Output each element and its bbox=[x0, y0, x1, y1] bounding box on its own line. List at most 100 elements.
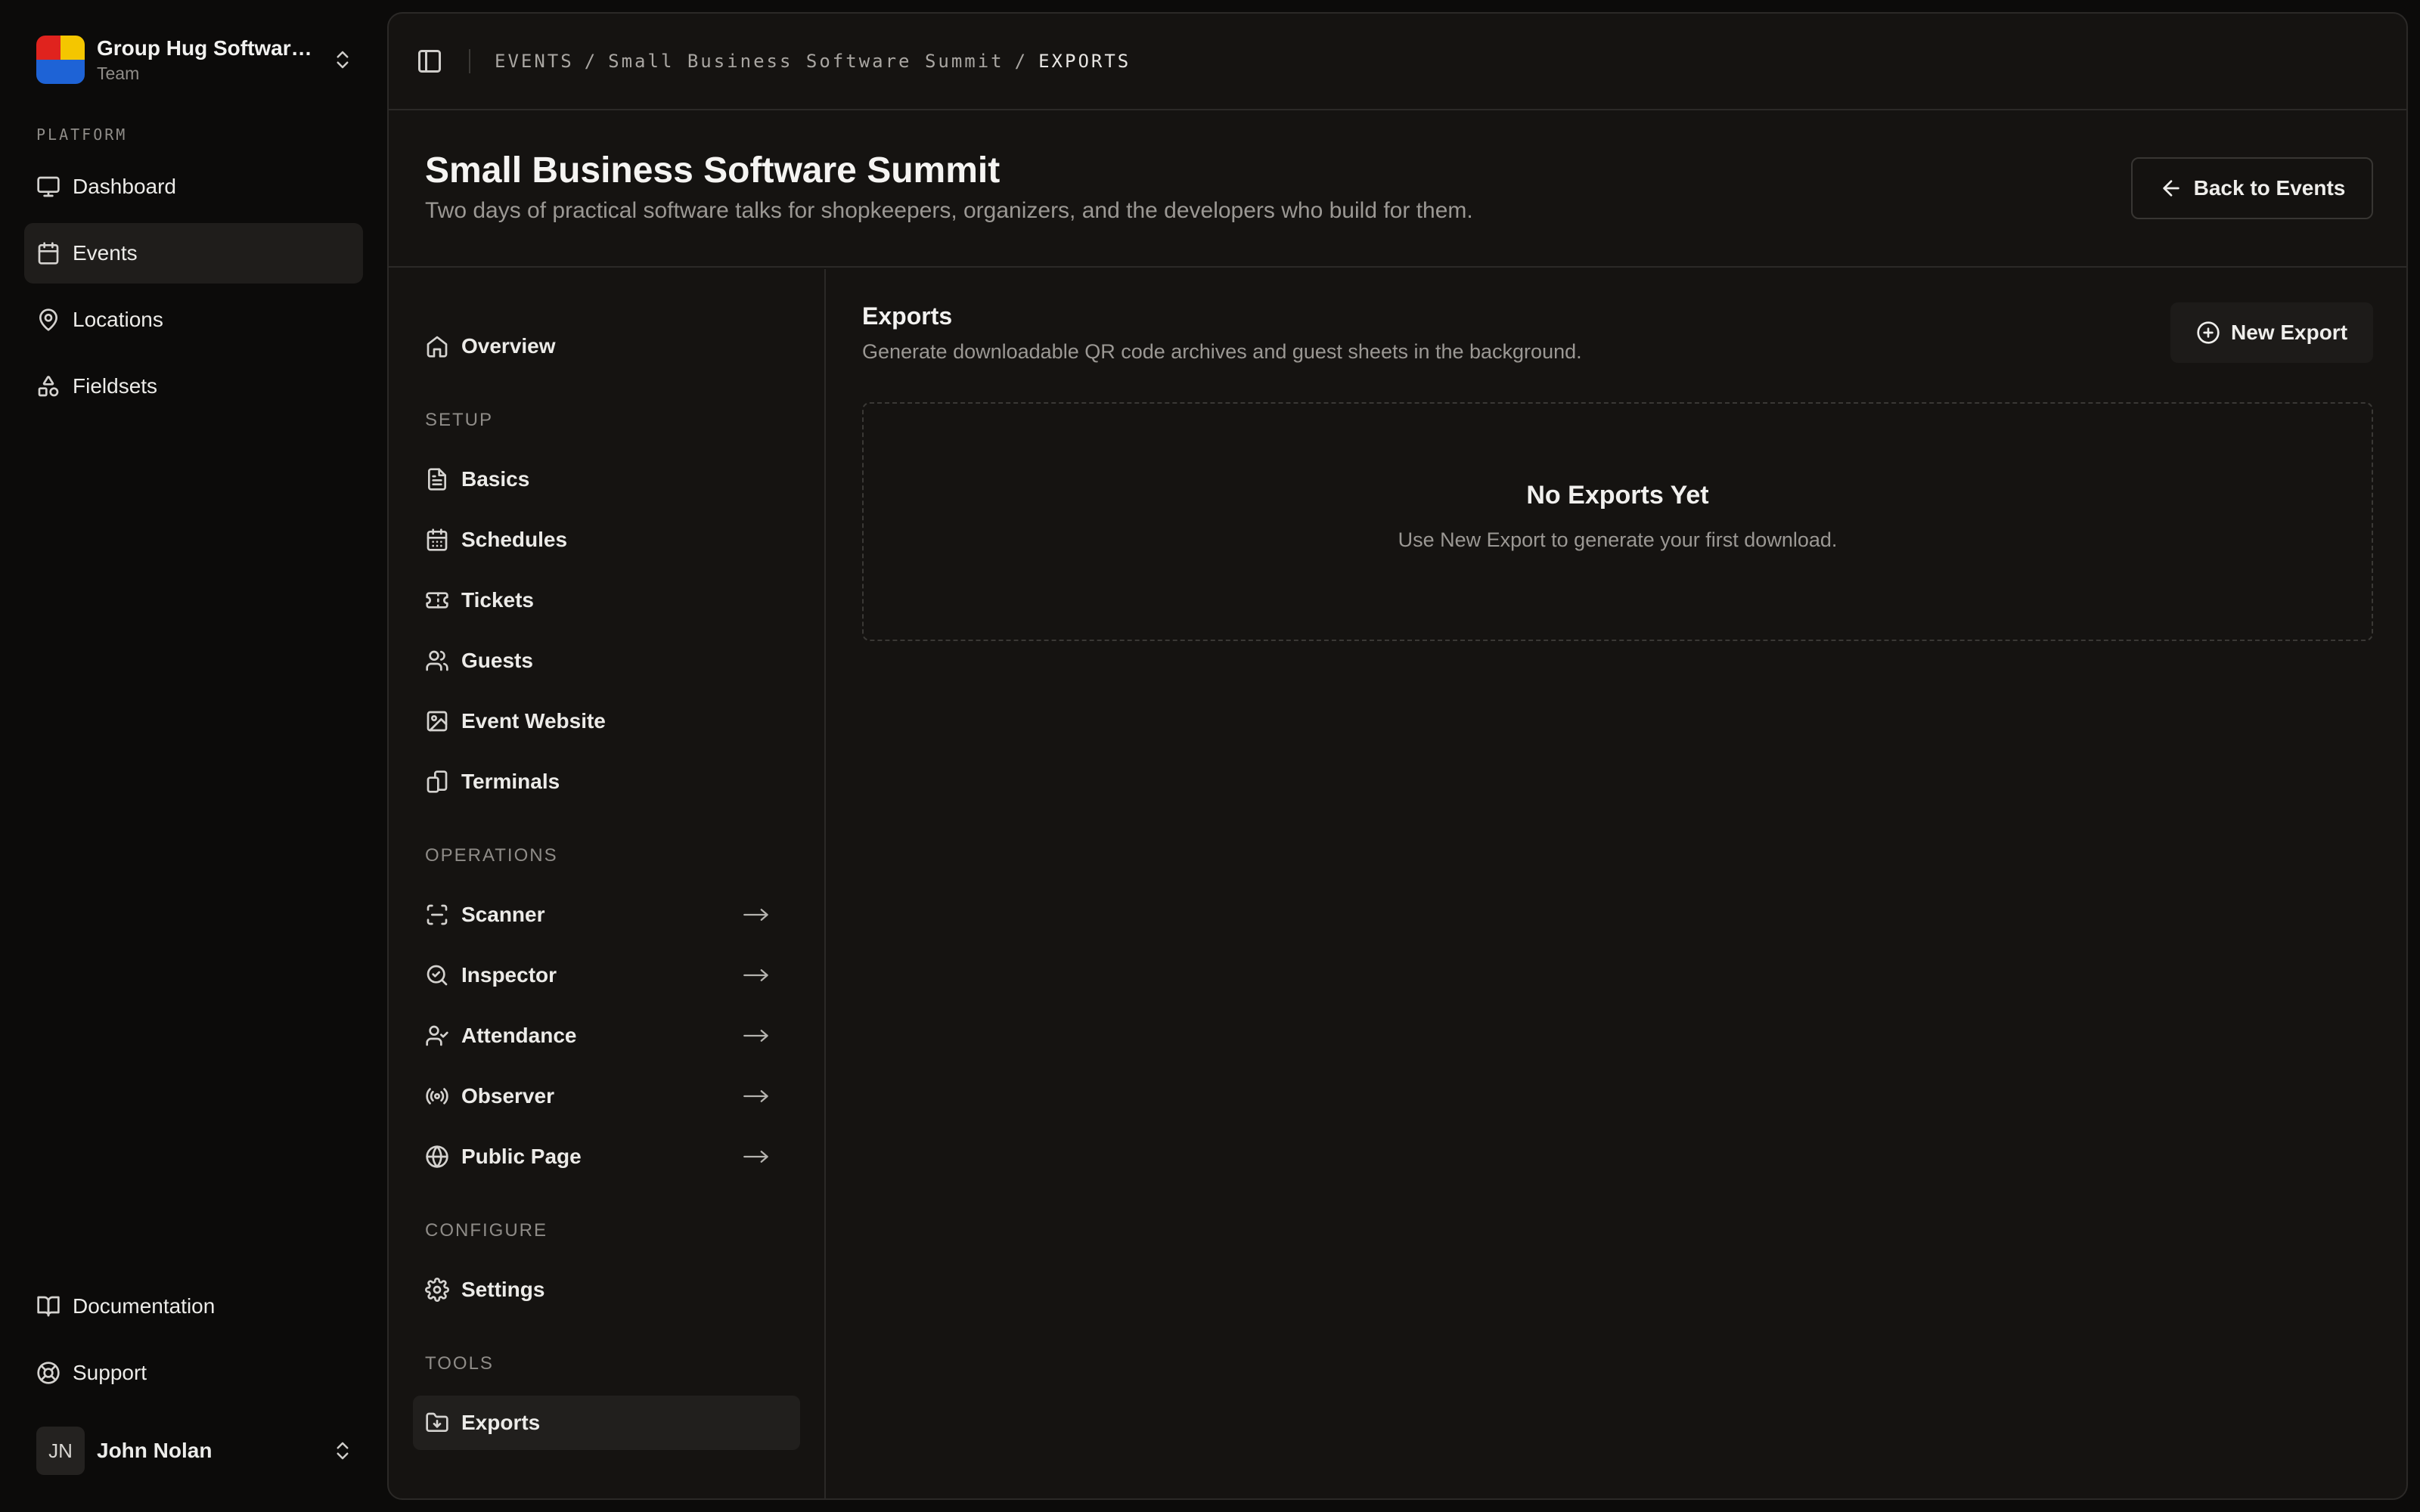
subnav-item-exports[interactable]: Exports bbox=[413, 1396, 800, 1450]
arrow-right-icon bbox=[743, 904, 770, 925]
subnav-item-inspector[interactable]: Inspector bbox=[413, 948, 800, 1002]
team-logo bbox=[36, 36, 85, 84]
sidebar-item-label: Documentation bbox=[73, 1294, 216, 1318]
scan-line-icon bbox=[425, 903, 449, 927]
subnav-item-scanner[interactable]: Scanner bbox=[413, 888, 800, 942]
calendar-icon bbox=[36, 241, 60, 265]
user-check-icon bbox=[425, 1024, 449, 1048]
subnav-item-basics[interactable]: Basics bbox=[413, 452, 800, 507]
sidebar-item-label: Fieldsets bbox=[73, 374, 158, 398]
empty-state: No Exports Yet Use New Export to generat… bbox=[862, 402, 2373, 641]
sidebar-item-documentation[interactable]: Documentation bbox=[24, 1276, 363, 1337]
sidebar-item-locations[interactable]: Locations bbox=[24, 290, 363, 350]
top-bar: EVENTS / Small Business Software Summit … bbox=[389, 14, 2406, 110]
subnav-label: Tickets bbox=[461, 588, 534, 612]
sidebar-item-label: Support bbox=[73, 1361, 147, 1384]
subnav-label: Overview bbox=[461, 334, 556, 358]
file-text-icon bbox=[425, 467, 449, 491]
book-open-icon bbox=[36, 1294, 60, 1318]
configure-section-label: CONFIGURE bbox=[425, 1220, 548, 1241]
life-buoy-icon bbox=[36, 1361, 60, 1385]
breadcrumb-current: EXPORTS bbox=[1038, 51, 1131, 72]
radio-icon bbox=[425, 1084, 449, 1108]
section-title: Exports bbox=[862, 302, 953, 330]
platform-section-label: PLATFORM bbox=[36, 125, 128, 144]
subnav-item-terminals[interactable]: Terminals bbox=[413, 754, 800, 809]
main-panel: EVENTS / Small Business Software Summit … bbox=[387, 12, 2408, 1500]
chevrons-up-down-icon bbox=[331, 1439, 354, 1462]
subnav-item-guests[interactable]: Guests bbox=[413, 634, 800, 688]
breadcrumb-separator: / bbox=[1014, 51, 1028, 72]
subnav-label: Inspector bbox=[461, 963, 557, 987]
empty-state-subtitle: Use New Export to generate your first do… bbox=[1398, 528, 1838, 551]
tablet-smartphone-icon bbox=[425, 770, 449, 794]
subnav-label: Public Page bbox=[461, 1145, 582, 1168]
event-subnav: Overview SETUP Basics Schedules Tickets … bbox=[389, 269, 826, 1498]
team-switcher[interactable]: Group Hug Software... Team bbox=[36, 35, 354, 85]
setup-section-label: SETUP bbox=[425, 410, 494, 430]
subnav-label: Terminals bbox=[461, 770, 560, 793]
sidebar-item-support[interactable]: Support bbox=[24, 1343, 363, 1403]
shapes-icon bbox=[36, 374, 60, 398]
sidebar-item-label: Events bbox=[73, 241, 138, 265]
chevrons-up-down-icon bbox=[331, 48, 354, 71]
subnav-item-schedules[interactable]: Schedules bbox=[413, 513, 800, 567]
breadcrumb-event[interactable]: Small Business Software Summit bbox=[608, 51, 1004, 72]
map-pin-icon bbox=[36, 308, 60, 332]
gear-icon bbox=[425, 1278, 449, 1302]
subnav-item-overview[interactable]: Overview bbox=[413, 319, 800, 373]
arrow-left-icon bbox=[2159, 176, 2183, 200]
home-icon bbox=[425, 334, 449, 358]
sidebar-item-label: Dashboard bbox=[73, 175, 176, 198]
subnav-item-event-website[interactable]: Event Website bbox=[413, 694, 800, 748]
subnav-label: Exports bbox=[461, 1411, 541, 1434]
page-subtitle: Two days of practical software talks for… bbox=[425, 198, 1473, 223]
subnav-label: Attendance bbox=[461, 1024, 577, 1047]
subnav-label: Guests bbox=[461, 649, 533, 672]
breadcrumb: EVENTS / Small Business Software Summit … bbox=[495, 51, 1131, 72]
tools-section-label: TOOLS bbox=[425, 1353, 494, 1374]
subnav-item-observer[interactable]: Observer bbox=[413, 1069, 800, 1123]
breadcrumb-events[interactable]: EVENTS bbox=[495, 51, 574, 72]
app-sidebar: Group Hug Software... Team PLATFORM Dash… bbox=[0, 0, 387, 1512]
sidebar-item-label: Locations bbox=[73, 308, 163, 331]
arrow-right-icon bbox=[743, 1086, 770, 1107]
subnav-item-tickets[interactable]: Tickets bbox=[413, 573, 800, 627]
section-subtitle: Generate downloadable QR code archives a… bbox=[862, 340, 1582, 363]
back-to-events-button[interactable]: Back to Events bbox=[2131, 157, 2373, 219]
team-name: Group Hug Software... bbox=[97, 36, 316, 60]
avatar: JN bbox=[36, 1427, 85, 1475]
folder-down-icon bbox=[425, 1411, 449, 1435]
user-name: John Nolan bbox=[97, 1439, 213, 1462]
users-icon bbox=[425, 649, 449, 673]
event-header: Small Business Software Summit Two days … bbox=[389, 110, 2406, 268]
subnav-label: Settings bbox=[461, 1278, 545, 1301]
subnav-item-attendance[interactable]: Attendance bbox=[413, 1009, 800, 1063]
plus-circle-icon bbox=[2196, 321, 2220, 345]
calendar-days-icon bbox=[425, 528, 449, 552]
arrow-right-icon bbox=[743, 965, 770, 986]
globe-icon bbox=[425, 1145, 449, 1169]
subnav-label: Scanner bbox=[461, 903, 545, 926]
new-export-button[interactable]: New Export bbox=[2170, 302, 2373, 363]
monitor-icon bbox=[36, 175, 60, 199]
user-menu[interactable]: JN John Nolan bbox=[36, 1426, 354, 1476]
sidebar-item-dashboard[interactable]: Dashboard bbox=[24, 156, 363, 217]
subnav-label: Basics bbox=[461, 467, 530, 491]
sidebar-item-events[interactable]: Events bbox=[24, 223, 363, 284]
divider bbox=[469, 49, 470, 73]
panel-left-icon[interactable] bbox=[416, 48, 443, 75]
arrow-right-icon bbox=[743, 1146, 770, 1167]
subnav-label: Observer bbox=[461, 1084, 554, 1108]
new-export-label: New Export bbox=[2230, 321, 2348, 344]
ticket-icon bbox=[425, 588, 449, 612]
subnav-item-public-page[interactable]: Public Page bbox=[413, 1129, 800, 1184]
subnav-item-settings[interactable]: Settings bbox=[413, 1263, 800, 1317]
back-button-label: Back to Events bbox=[2193, 176, 2346, 200]
sidebar-item-fieldsets[interactable]: Fieldsets bbox=[24, 356, 363, 417]
arrow-right-icon bbox=[743, 1025, 770, 1046]
subnav-label: Event Website bbox=[461, 709, 606, 733]
page-title: Small Business Software Summit bbox=[425, 150, 1001, 191]
search-check-icon bbox=[425, 963, 449, 987]
empty-state-title: No Exports Yet bbox=[1526, 481, 1709, 510]
